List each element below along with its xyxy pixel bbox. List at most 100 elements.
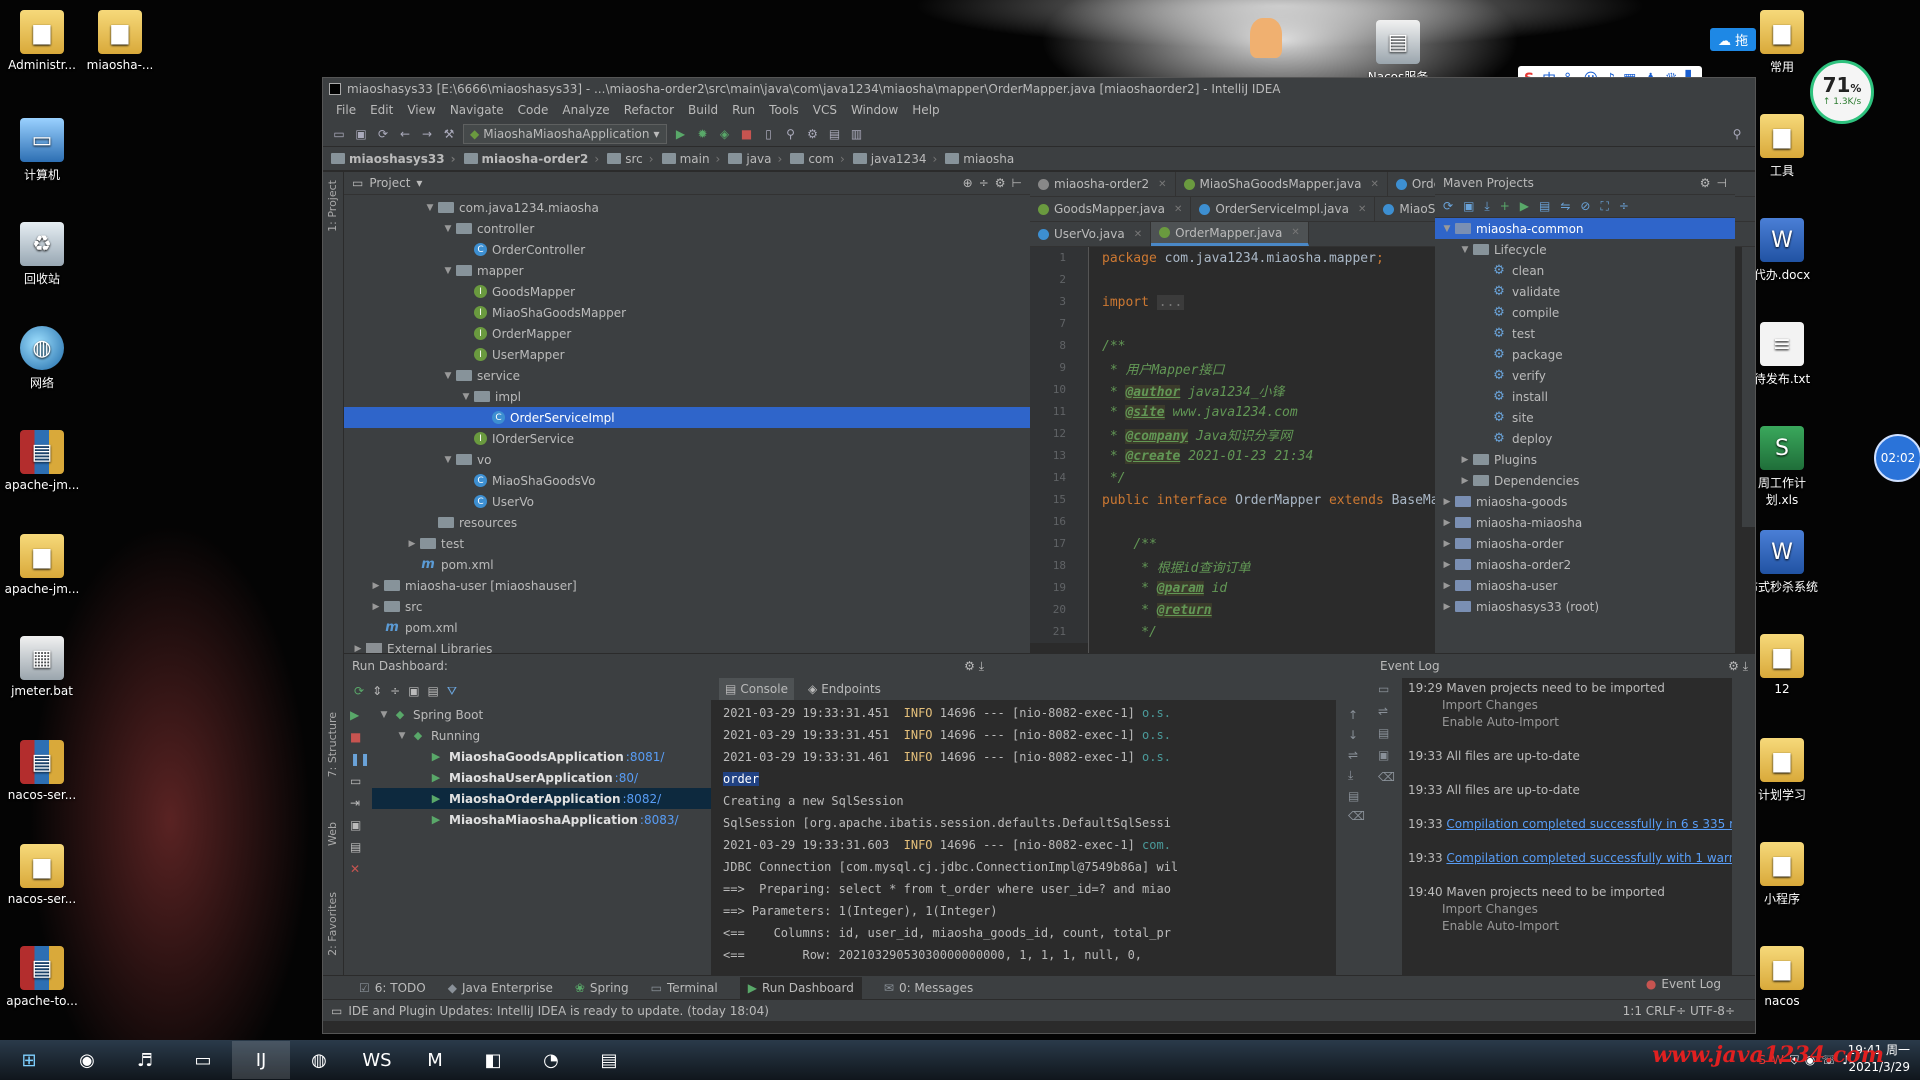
save-icon[interactable]: ▣	[353, 126, 369, 142]
desktop-icon[interactable]: ▆ Administr...	[4, 10, 80, 72]
tree-node[interactable]: I OrderMapper	[344, 323, 1030, 344]
run-config-select[interactable]: ◆ MiaoshaMiaoshaApplication ▾	[463, 123, 667, 144]
event-log-button[interactable]: ● Event Log	[1646, 977, 1721, 991]
generate-sources-icon[interactable]: ▣	[1463, 199, 1474, 213]
open-icon[interactable]: ▭	[331, 126, 347, 142]
tree-node[interactable]: I MiaoShaGoodsMapper	[344, 302, 1030, 323]
tool-window-button[interactable]: ☑ 6: TODO	[359, 981, 426, 995]
breadcrumb-item[interactable]: src	[594, 152, 643, 166]
project-tool-button[interactable]: 1: Project	[326, 180, 339, 232]
breadcrumb-item[interactable]: main	[649, 152, 710, 166]
run-service-node[interactable]: ▶ MiaoshaGoodsApplication:8081/	[372, 746, 711, 767]
skip-tests-icon[interactable]: ⊘	[1580, 199, 1590, 213]
taskbar-app-icon[interactable]: ◧	[464, 1041, 522, 1079]
maven-node[interactable]: ⚙ compile	[1435, 302, 1735, 323]
forward-icon[interactable]: →	[419, 126, 435, 142]
show-dependencies-icon[interactable]: ⛶	[1600, 199, 1608, 214]
soft-wrap-icon[interactable]: ⇌	[1378, 704, 1395, 718]
tree-node[interactable]: C MiaoShaGoodsVo	[344, 470, 1030, 491]
gear-icon[interactable]: ⚙	[964, 659, 975, 673]
soft-wrap-icon[interactable]: ⇌	[1348, 748, 1372, 762]
console-tab[interactable]: ◈ Endpoints	[808, 682, 881, 696]
close-icon[interactable]: ✕	[1134, 229, 1142, 240]
taskbar-app-icon[interactable]: ▭	[174, 1041, 232, 1079]
dump-threads-icon[interactable]: ▭	[350, 774, 368, 788]
scroll-up-icon[interactable]: ↑	[1348, 708, 1372, 722]
clear-icon[interactable]: ⌫	[1378, 770, 1395, 784]
close-icon[interactable]: ✕	[1358, 204, 1366, 215]
maven-node[interactable]: ▶ miaosha-goods	[1435, 491, 1735, 512]
tree-node[interactable]: ▼ impl	[344, 386, 1030, 407]
taskbar-app-icon[interactable]: ◍	[290, 1041, 348, 1079]
maven-node[interactable]: ▶ miaoshasys33 (root)	[1435, 596, 1735, 617]
tree-node[interactable]: ▼ service	[344, 365, 1030, 386]
web-tool-button[interactable]: Web	[326, 822, 339, 846]
tree-node[interactable]: I IOrderService	[344, 428, 1030, 449]
taskbar-app-icon[interactable]: ◔	[522, 1041, 580, 1079]
gear-icon[interactable]: ⚙	[1700, 176, 1711, 190]
taskbar-app-icon[interactable]: ▤	[580, 1041, 638, 1079]
tree-node[interactable]: ▼ com.java1234.miaosha	[344, 197, 1030, 218]
event-log-entries[interactable]: 19:29 Maven projects need to be imported…	[1402, 678, 1732, 975]
tool-window-button[interactable]: ❀ Spring	[575, 981, 629, 995]
structure-icon[interactable]: ▤	[827, 126, 843, 142]
settings-icon[interactable]: ⚙	[805, 126, 821, 142]
editor-scrollbar[interactable]	[1742, 247, 1755, 527]
back-icon[interactable]: ←	[397, 126, 413, 142]
taskbar-app-icon[interactable]: M	[406, 1041, 464, 1079]
maven-node[interactable]: ▶ miaosha-user	[1435, 575, 1735, 596]
collapse-icon[interactable]: ÷	[979, 176, 989, 190]
scroll-down-icon[interactable]: ↓	[1348, 728, 1372, 742]
print-icon[interactable]: ▤	[1348, 789, 1372, 803]
menu-navigate[interactable]: Navigate	[443, 103, 511, 117]
group-by-config-icon[interactable]: ▤	[428, 684, 439, 698]
menu-help[interactable]: Help	[905, 103, 946, 117]
stop-icon[interactable]: ■	[350, 730, 368, 744]
run-service-node[interactable]: ▶ MiaoshaMiaoshaApplication:8083/	[372, 809, 711, 830]
close-icon[interactable]: ✕	[1174, 204, 1182, 215]
pin-icon[interactable]: ▤	[350, 840, 368, 854]
tree-node[interactable]: ▶ src	[344, 596, 1030, 617]
menu-window[interactable]: Window	[844, 103, 905, 117]
breadcrumb-item[interactable]: java1234	[840, 152, 926, 166]
run-service-node[interactable]: ▼ ◆ Spring Boot	[372, 704, 711, 725]
taskbar-app-icon[interactable]: ⊞	[0, 1041, 58, 1079]
maven-node[interactable]: ▶ miaosha-order	[1435, 533, 1735, 554]
tree-node[interactable]: I UserMapper	[344, 344, 1030, 365]
editor-tab[interactable]: UserVo.java ✕	[1030, 222, 1152, 246]
editor-tab[interactable]: MiaoShaGoodsMapper.java ✕	[1176, 172, 1388, 196]
taskbar-app-icon[interactable]: IJ	[232, 1041, 290, 1079]
status-indicators[interactable]: 1:1 CRLF÷ UTF-8÷	[1623, 1004, 1755, 1018]
maven-node[interactable]: ▼ Lifecycle	[1435, 239, 1735, 260]
maven-node[interactable]: ▶ Dependencies	[1435, 470, 1735, 491]
taskbar-app-icon[interactable]: WS	[348, 1041, 406, 1079]
maven-node[interactable]: ▶ miaosha-order2	[1435, 554, 1735, 575]
settings-icon[interactable]: ▤	[1378, 726, 1395, 740]
taskbar-app-icon[interactable]: ♬	[116, 1041, 174, 1079]
collapse-all-icon[interactable]: ÷	[1619, 199, 1629, 213]
drag-handle-badge[interactable]: ☁ 拖	[1710, 28, 1757, 51]
reimport-icon[interactable]: ⟳	[1443, 199, 1453, 213]
desktop-icon[interactable]: ▆ miaosha-...	[82, 10, 158, 72]
rerun-icon[interactable]: ⟳	[354, 684, 364, 698]
breadcrumb-item[interactable]: java	[716, 152, 772, 166]
tree-node[interactable]: ▶ miaosha-user [miaoshauser]	[344, 575, 1030, 596]
menu-build[interactable]: Build	[681, 103, 725, 117]
desktop-icon[interactable]: ◍ 网络	[4, 326, 80, 391]
status-message[interactable]: IDE and Plugin Updates: IntelliJ IDEA is…	[348, 1004, 769, 1018]
editor-tab[interactable]: GoodsMapper.java ✕	[1030, 197, 1192, 221]
desktop-icon[interactable]: ▭ 计算机	[4, 118, 80, 183]
event-action-link[interactable]: Import Changes	[1408, 697, 1732, 714]
maven-node[interactable]: ⚙ deploy	[1435, 428, 1735, 449]
group-by-type-icon[interactable]: ▣	[408, 684, 419, 698]
run-service-port-link[interactable]: :80/	[615, 771, 638, 785]
timer-bubble[interactable]: 02:02	[1874, 434, 1920, 482]
desktop-icon[interactable]: ▆ apache-jm...	[4, 534, 80, 596]
menu-refactor[interactable]: Refactor	[617, 103, 681, 117]
close-icon[interactable]: ✕	[1291, 227, 1299, 238]
status-window-icon[interactable]: ▭	[331, 1004, 342, 1018]
maven-node[interactable]: ⚙ verify	[1435, 365, 1735, 386]
tree-node[interactable]: ▼ mapper	[344, 260, 1030, 281]
tool-window-button[interactable]: ▶ Run Dashboard	[739, 976, 862, 999]
tree-node[interactable]: ▶ test	[344, 533, 1030, 554]
